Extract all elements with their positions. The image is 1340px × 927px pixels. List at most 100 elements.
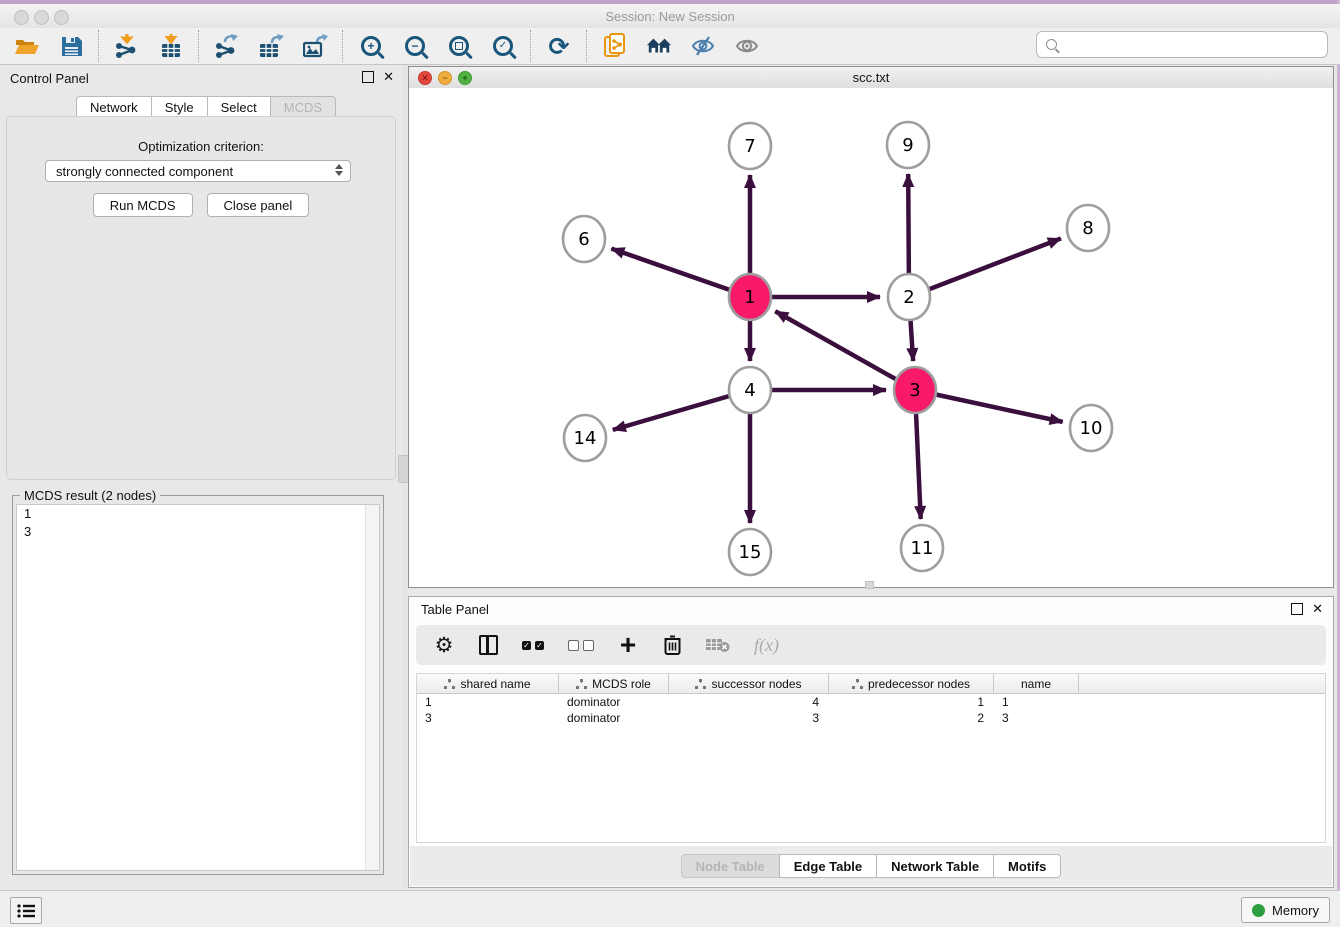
clone-network-icon[interactable] xyxy=(602,33,628,59)
delete-table-icon[interactable] xyxy=(706,633,730,657)
table-tabs-strip: Node TableEdge TableNetwork TableMotifs xyxy=(410,846,1332,886)
cell-name[interactable]: 3 xyxy=(994,710,1079,726)
mcds-result-item: 1 xyxy=(17,505,379,523)
app-titlebar: Session: New Session xyxy=(0,4,1340,28)
svg-text:11: 11 xyxy=(911,538,934,559)
node-6[interactable]: 6 xyxy=(563,216,605,262)
cell-predecessor-nodes[interactable]: 2 xyxy=(829,710,994,726)
column-type-icon xyxy=(852,679,863,689)
column-header-predecessor-nodes[interactable]: predecessor nodes xyxy=(829,674,994,693)
save-session-icon[interactable] xyxy=(58,33,84,59)
column-header-MCDS-role[interactable]: MCDS role xyxy=(559,674,669,693)
refresh-icon[interactable]: ⟳ xyxy=(546,33,572,59)
node-8[interactable]: 8 xyxy=(1067,205,1109,251)
node-4[interactable]: 4 xyxy=(729,367,771,413)
cell-shared-name[interactable]: 1 xyxy=(417,694,559,710)
split-columns-icon[interactable] xyxy=(478,633,498,657)
column-header-shared-name[interactable]: shared name xyxy=(417,674,559,693)
node-table[interactable]: shared nameMCDS rolesuccessor nodesprede… xyxy=(416,673,1326,843)
list-icon xyxy=(17,904,35,918)
tab-motifs[interactable]: Motifs xyxy=(993,854,1061,878)
tab-node-table[interactable]: Node Table xyxy=(681,854,779,878)
float-panel-icon[interactable] xyxy=(362,71,374,83)
node-9[interactable]: 9 xyxy=(887,122,929,168)
cell-successor-nodes[interactable]: 4 xyxy=(669,694,829,710)
cell-successor-nodes[interactable]: 3 xyxy=(669,710,829,726)
add-column-icon[interactable]: + xyxy=(618,633,638,657)
memory-status-icon xyxy=(1252,904,1265,917)
edge-2-8[interactable] xyxy=(909,238,1061,297)
table-body: 1dominator4113dominator323 xyxy=(417,694,1325,726)
network-window-titlebar[interactable]: ✕ − + scc.txt xyxy=(409,67,1333,89)
deselect-all-icon[interactable] xyxy=(568,633,594,657)
import-network-icon[interactable] xyxy=(114,33,140,59)
zoom-selected-icon[interactable]: ✓ xyxy=(490,33,516,59)
svg-text:10: 10 xyxy=(1080,418,1103,439)
table-row[interactable]: 3dominator323 xyxy=(417,710,1325,726)
tab-mcds[interactable]: MCDS xyxy=(270,96,336,118)
column-header-successor-nodes[interactable]: successor nodes xyxy=(669,674,829,693)
zoom-in-icon[interactable]: + xyxy=(358,33,384,59)
mcds-result-list[interactable]: 13 xyxy=(16,504,380,871)
svg-text:4: 4 xyxy=(744,380,755,401)
optimization-criterion-select[interactable]: strongly connected component xyxy=(45,160,351,182)
mcds-result-group: MCDS result (2 nodes) 13 xyxy=(12,495,384,875)
search-input[interactable] xyxy=(1057,37,1327,52)
close-panel-icon[interactable]: ✕ xyxy=(383,72,394,82)
search-field[interactable] xyxy=(1036,31,1328,58)
export-table-icon[interactable] xyxy=(258,33,284,59)
zoom-out-icon[interactable]: − xyxy=(402,33,428,59)
open-session-icon[interactable] xyxy=(14,33,40,59)
table-row[interactable]: 1dominator411 xyxy=(417,694,1325,710)
session-title: Session: New Session xyxy=(0,9,1340,24)
svg-text:7: 7 xyxy=(744,136,755,157)
network-resize-grip[interactable] xyxy=(865,581,874,589)
tab-network[interactable]: Network xyxy=(76,96,151,118)
table-header-row: shared nameMCDS rolesuccessor nodesprede… xyxy=(417,674,1325,694)
function-builder-icon[interactable]: f(x) xyxy=(754,633,779,657)
tab-select[interactable]: Select xyxy=(207,96,270,118)
control-panel: Control Panel ✕ NetworkStyleSelectMCDS O… xyxy=(0,66,402,888)
node-1[interactable]: 1 xyxy=(729,274,771,320)
delete-column-icon[interactable] xyxy=(662,633,682,657)
cell-shared-name[interactable]: 3 xyxy=(417,710,559,726)
edge-3-1[interactable] xyxy=(775,311,915,390)
node-7[interactable]: 7 xyxy=(729,123,771,169)
show-all-icon[interactable] xyxy=(734,33,760,59)
tab-network-table[interactable]: Network Table xyxy=(876,854,993,878)
cell-predecessor-nodes[interactable]: 1 xyxy=(829,694,994,710)
import-table-icon[interactable] xyxy=(158,33,184,59)
main-toolbar: + − ✓ ⟳ xyxy=(0,28,1340,65)
node-10[interactable]: 10 xyxy=(1070,405,1112,451)
export-network-icon[interactable] xyxy=(214,33,240,59)
task-history-button[interactable] xyxy=(10,897,42,924)
tab-style[interactable]: Style xyxy=(151,96,207,118)
network-canvas[interactable]: 7 9 6 8 1 2 4 3 14 10 15 11 xyxy=(409,88,1333,587)
home-icon[interactable] xyxy=(646,33,672,59)
column-type-icon xyxy=(444,679,455,689)
cell-name[interactable]: 1 xyxy=(994,694,1079,710)
table-panel-title: Table Panel xyxy=(421,602,489,617)
zoom-fit-icon[interactable] xyxy=(446,33,472,59)
tab-edge-table[interactable]: Edge Table xyxy=(779,854,876,878)
cell-MCDS-role[interactable]: dominator xyxy=(559,710,669,726)
node-2[interactable]: 2 xyxy=(888,274,930,320)
run-mcds-button[interactable]: Run MCDS xyxy=(93,193,193,217)
close-panel-button[interactable]: Close panel xyxy=(207,193,310,217)
cell-MCDS-role[interactable]: dominator xyxy=(559,694,669,710)
node-14[interactable]: 14 xyxy=(564,415,606,461)
node-3[interactable]: 3 xyxy=(894,367,936,413)
result-scrollbar[interactable] xyxy=(365,505,379,870)
export-image-icon[interactable] xyxy=(302,33,328,59)
table-float-panel-icon[interactable] xyxy=(1291,603,1303,615)
gear-icon[interactable]: ⚙ xyxy=(434,633,454,657)
node-11[interactable]: 11 xyxy=(901,525,943,571)
memory-button[interactable]: Memory xyxy=(1241,897,1330,923)
select-all-icon[interactable] xyxy=(522,633,544,657)
hide-panels-icon[interactable] xyxy=(690,33,716,59)
node-15[interactable]: 15 xyxy=(729,529,771,575)
column-header-name[interactable]: name xyxy=(994,674,1079,693)
table-close-panel-icon[interactable]: ✕ xyxy=(1312,604,1323,614)
mcds-tab-content: Optimization criterion: strongly connect… xyxy=(6,116,396,480)
edge-3-10[interactable] xyxy=(915,390,1063,422)
